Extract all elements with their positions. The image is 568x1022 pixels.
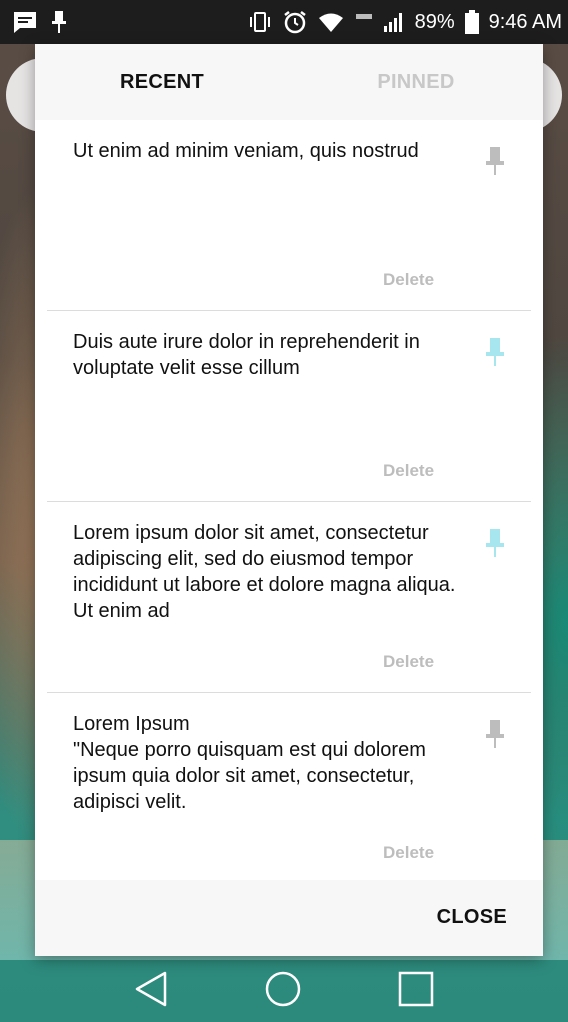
close-button[interactable]: CLOSE: [437, 906, 507, 929]
vibrate-icon: [247, 11, 273, 33]
notes-dialog: RECENT PINNED Ut enim ad minim veniam, q…: [35, 44, 543, 956]
tab-bar: RECENT PINNED: [35, 44, 543, 120]
clock: 9:46 AM: [488, 10, 562, 33]
pin-icon[interactable]: [485, 146, 505, 176]
delete-button[interactable]: Delete: [383, 461, 434, 481]
back-icon[interactable]: [134, 970, 168, 1008]
note-item[interactable]: Lorem ipsum dolor sit amet, consectetur …: [47, 502, 531, 693]
delete-button[interactable]: Delete: [383, 652, 434, 672]
note-item[interactable]: Lorem Ipsum "Neque porro quisquam est qu…: [47, 693, 531, 884]
note-item[interactable]: Duis aute irure dolor in reprehenderit i…: [47, 311, 531, 502]
status-bar: 89% 9:46 AM: [0, 0, 568, 44]
alarm-icon: [283, 10, 307, 34]
signal-icon: [383, 11, 405, 33]
pinned-icon[interactable]: [485, 528, 505, 558]
note-text: Lorem ipsum dolor sit amet, consectetur …: [73, 522, 456, 622]
battery-icon: [464, 10, 479, 34]
notes-list: Ut enim ad minim veniam, quis nostrud De…: [47, 120, 531, 884]
note-item[interactable]: Ut enim ad minim veniam, quis nostrud De…: [47, 120, 531, 311]
dialog-footer: CLOSE: [35, 880, 543, 956]
pin-icon[interactable]: [485, 719, 505, 749]
delete-button[interactable]: Delete: [383, 270, 434, 290]
battery-percent: 89%: [414, 10, 455, 33]
tab-pinned[interactable]: PINNED: [289, 71, 543, 94]
home-icon[interactable]: [264, 970, 302, 1008]
wifi-icon: [317, 11, 345, 33]
note-text: Lorem Ipsum "Neque porro quisquam est qu…: [73, 713, 426, 813]
note-text: Duis aute irure dolor in reprehenderit i…: [73, 331, 420, 379]
tab-recent[interactable]: RECENT: [35, 71, 289, 94]
pin-icon: [52, 10, 66, 34]
delete-button[interactable]: Delete: [383, 843, 434, 863]
pinned-icon[interactable]: [485, 337, 505, 367]
note-text: Ut enim ad minim veniam, quis nostrud: [73, 140, 419, 162]
lte-icon: [355, 11, 373, 33]
recents-icon[interactable]: [398, 971, 434, 1007]
navigation-bar: [0, 956, 568, 1022]
message-icon: [12, 10, 38, 34]
